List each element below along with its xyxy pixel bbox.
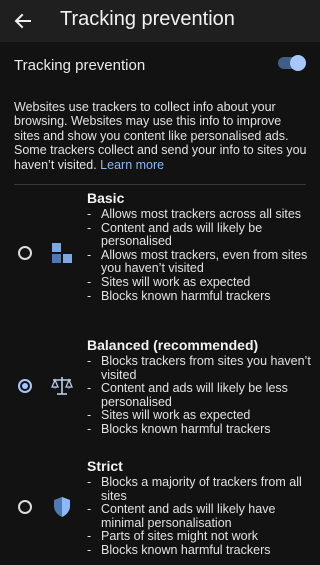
arrow-back-icon (14, 13, 31, 29)
tracking-prevention-toggle[interactable] (278, 55, 306, 71)
list-item: Allows most trackers, even from sites yo… (87, 248, 312, 276)
description: Websites use trackers to collect info ab… (14, 100, 310, 172)
back-button[interactable] (10, 8, 36, 34)
page-title: Tracking prevention (60, 8, 235, 30)
list-item: Content and ads will likely be personali… (87, 221, 312, 249)
list-item: Parts of sites might not work (87, 530, 312, 544)
list-item: Blocks known harmful trackers (87, 289, 312, 304)
divider (14, 184, 306, 185)
list-item: Blocks a majority of trackers from all s… (87, 475, 312, 503)
list-item: Blocks known harmful trackers (87, 422, 312, 437)
tracking-prevention-row[interactable]: Tracking prevention (0, 42, 320, 86)
list-item: Content and ads will likely have minimal… (87, 502, 312, 530)
option-details-strict: Blocks a majority of trackers from all s… (87, 475, 312, 558)
toggle-thumb (290, 55, 306, 71)
radio-strict[interactable] (18, 500, 32, 514)
scales-icon (51, 377, 73, 395)
list-item: Blocks known harmful trackers (87, 543, 312, 558)
radio-basic[interactable] (18, 246, 32, 260)
radio-balanced[interactable] (18, 379, 32, 393)
list-item: Allows most trackers across all sites (87, 207, 312, 222)
list-item: Content and ads will likely be less pers… (87, 381, 312, 409)
blocks-icon (52, 243, 72, 263)
learn-more-link[interactable]: Learn more (100, 158, 164, 172)
tracking-prevention-label: Tracking prevention (14, 57, 146, 74)
list-item: Sites will work as expected (87, 409, 312, 423)
list-item: Sites will work as expected (87, 275, 312, 290)
option-title-balanced: Balanced (recommended) (87, 337, 259, 353)
option-details-balanced: Blocks trackers from sites you haven’t v… (87, 354, 312, 437)
app-bar: Tracking prevention (0, 0, 320, 42)
list-item: Blocks trackers from sites you haven’t v… (87, 354, 312, 382)
option-details-basic: Allows most trackers across all sites Co… (87, 207, 312, 304)
option-title-basic: Basic (87, 190, 125, 206)
shield-icon (54, 497, 70, 517)
option-title-strict: Strict (87, 458, 123, 474)
